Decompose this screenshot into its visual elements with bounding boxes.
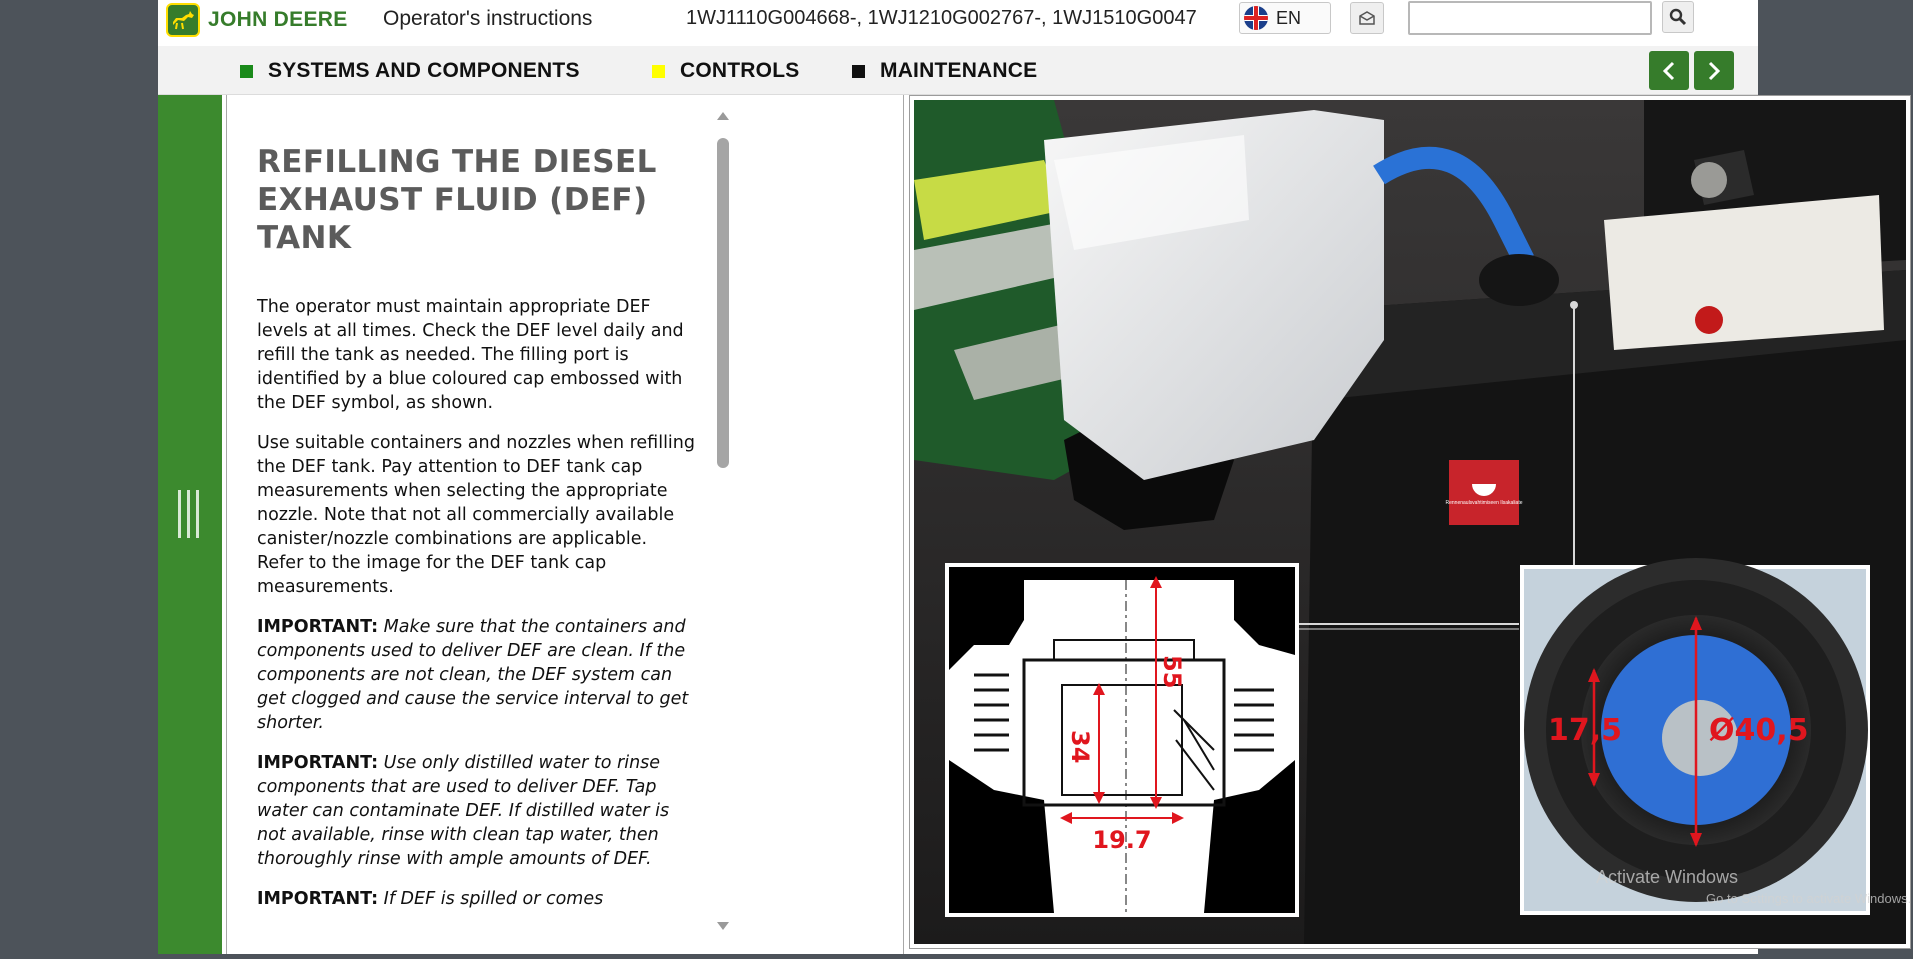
- scrollbar-thumb[interactable]: [717, 138, 729, 468]
- instructions-text-panel: REFILLING THE DIESEL EXHAUST FLUID (DEF)…: [226, 95, 904, 954]
- nav-color-marker: [852, 64, 865, 78]
- important-note: IMPORTANT: Make sure that the containers…: [257, 615, 697, 735]
- nav-systems-and-components[interactable]: SYSTEMS AND COMPONENTS: [240, 59, 580, 83]
- john-deere-logo[interactable]: JOHN DEERE: [166, 3, 348, 37]
- header-bar: JOHN DEERE Operator's instructions 1WJ11…: [158, 0, 1758, 44]
- language-selector[interactable]: EN: [1239, 2, 1331, 34]
- window-frame-left: [0, 0, 158, 959]
- important-text: If DEF is spilled or comes: [383, 889, 604, 909]
- search-icon: [1669, 8, 1687, 26]
- window-frame-bottom: [0, 954, 1913, 959]
- dimension-34: 34: [1066, 730, 1094, 763]
- def-refill-illustration[interactable]: Rennenaulsvahtimiseen Ilsakaliate 55 34 …: [914, 100, 1906, 944]
- nav-label: CONTROLS: [680, 59, 800, 82]
- dimension-diameter-40-5: Ø40,5: [1709, 713, 1809, 748]
- sidebar-rail: [158, 95, 222, 954]
- nav-controls[interactable]: CONTROLS: [652, 59, 799, 83]
- search-button[interactable]: [1662, 1, 1694, 33]
- deer-icon: [166, 3, 200, 37]
- instructions-content: REFILLING THE DIESEL EXHAUST FLUID (DEF)…: [257, 143, 697, 927]
- illustration-panel: Rennenaulsvahtimiseen Ilsakaliate 55 34 …: [910, 96, 1910, 948]
- important-label: IMPORTANT:: [257, 753, 379, 773]
- document-title: Operator's instructions: [383, 7, 593, 30]
- serial-numbers: 1WJ1110G004668-, 1WJ1210G002767-, 1WJ151…: [686, 7, 1197, 29]
- important-note: IMPORTANT: If DEF is spilled or comes: [257, 887, 697, 911]
- uk-flag-icon: [1244, 6, 1268, 30]
- dimension-55: 55: [1158, 655, 1186, 688]
- operator-manual-app: JOHN DEERE Operator's instructions 1WJ11…: [158, 0, 1910, 954]
- scroll-up-arrow-icon[interactable]: [717, 112, 729, 120]
- watermark-subtitle: Go to Settings to activate Windows.: [1706, 891, 1912, 906]
- paragraph: Use suitable containers and nozzles when…: [257, 433, 695, 597]
- drag-handle-icon[interactable]: [178, 490, 199, 538]
- chevron-right-icon: [1708, 61, 1721, 80]
- search-input[interactable]: [1408, 1, 1652, 35]
- section-nav: SYSTEMS AND COMPONENTS CONTROLS MAINTENA…: [158, 46, 1758, 95]
- def-cap-inset: 17,5 Ø40,5: [1520, 558, 1870, 915]
- paragraph: The operator must maintain appropriate D…: [257, 297, 684, 413]
- dimension-19-7: 19.7: [1092, 826, 1151, 854]
- nozzle-cross-section-inset: 55 34 19.7: [945, 563, 1299, 917]
- important-label: IMPORTANT:: [257, 617, 379, 637]
- important-label: IMPORTANT:: [257, 889, 379, 909]
- nav-maintenance[interactable]: MAINTENANCE: [852, 59, 1037, 83]
- envelope-icon: [1359, 11, 1375, 25]
- scroll-down-arrow-icon[interactable]: [717, 922, 729, 930]
- sticker-text: Rennenaulsvahtimiseen Ilsakaliate: [1446, 500, 1523, 506]
- feedback-button[interactable]: [1350, 2, 1384, 34]
- nav-color-marker: [652, 64, 665, 78]
- page-title: REFILLING THE DIESEL EXHAUST FLUID (DEF)…: [257, 144, 657, 256]
- chevron-left-icon: [1662, 61, 1675, 80]
- nav-color-marker: [240, 64, 253, 78]
- nav-label: MAINTENANCE: [880, 59, 1038, 82]
- important-note: IMPORTANT: Use only distilled water to r…: [257, 751, 697, 871]
- next-page-button[interactable]: [1694, 51, 1734, 90]
- activate-windows-watermark: Activate Windows Go to Settings to activ…: [1596, 866, 1911, 910]
- previous-page-button[interactable]: [1649, 51, 1689, 90]
- dimension-17-5: 17,5: [1548, 713, 1622, 748]
- brand-name: JOHN DEERE: [208, 8, 348, 31]
- language-label: EN: [1276, 7, 1302, 28]
- nav-label: SYSTEMS AND COMPONENTS: [268, 59, 580, 82]
- watermark-title: Activate Windows: [1596, 867, 1739, 887]
